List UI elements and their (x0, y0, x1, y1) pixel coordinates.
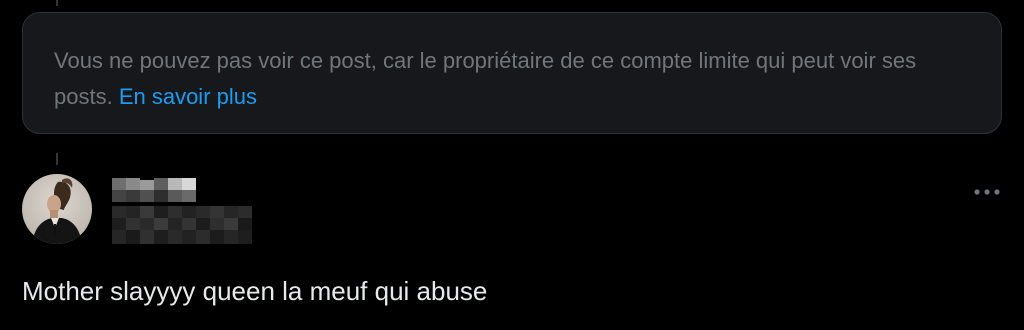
more-options-button[interactable] (972, 183, 1002, 201)
avatar-photo (22, 174, 92, 244)
restricted-post-notice: Vous ne pouvez pas voir ce post, car le … (22, 12, 1002, 134)
more-horizontal-icon (974, 189, 1000, 195)
pixelated-username (106, 178, 256, 246)
reply-text: Mother slayyyy queen la meuf qui abuse (22, 276, 488, 306)
avatar[interactable] (22, 174, 92, 244)
learn-more-link[interactable]: En savoir plus (119, 84, 257, 109)
pixelated-username-blocks (106, 178, 256, 246)
thread-connector-line (56, 153, 58, 165)
thread-connector-line (56, 0, 58, 6)
